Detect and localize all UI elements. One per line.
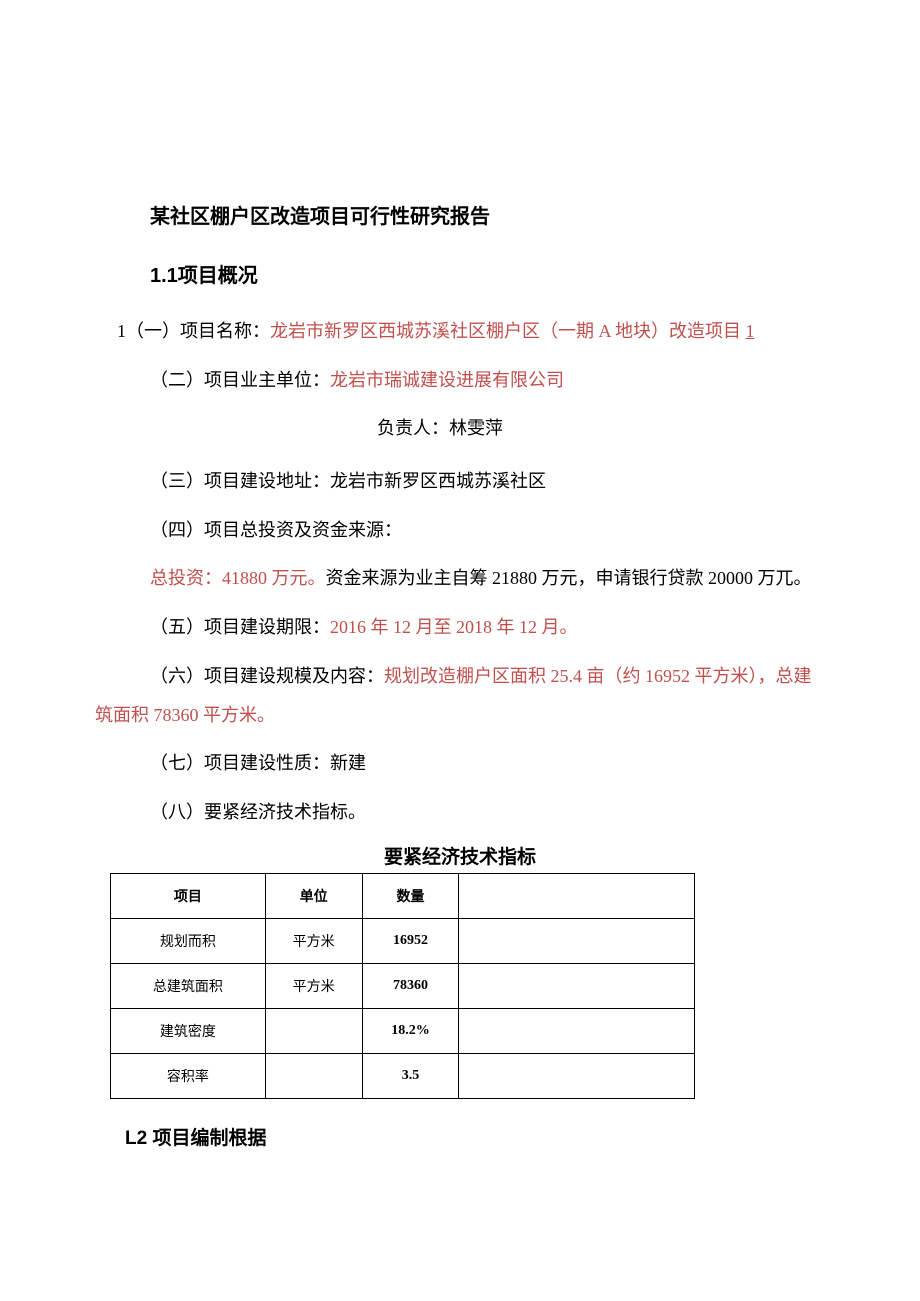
address-label: （三）项目建设地址：: [150, 471, 330, 491]
responsible-line: 负责人：林雯萍: [55, 409, 825, 448]
invest-label: （四）项目总投资及资金来源：: [150, 520, 402, 540]
table-cell: 平方米: [265, 963, 362, 1008]
responsible-label: 负责人：: [377, 418, 449, 438]
project-name-line: 1（一）项目名称：龙岩市新罗区西城苏溪社区棚户区（一期 A 地块）改造项目 1: [95, 312, 825, 351]
scale-line: （六）项目建设规模及内容：规划改造棚户区面积 25.4 亩（约 16952 平方…: [95, 657, 825, 734]
project-name-suffix: 1: [746, 321, 755, 341]
address-value: 龙岩市新罗区西城苏溪社区: [330, 471, 546, 491]
period-value: 2016 年 12 月至 2018 年 12 月。: [330, 617, 578, 637]
period-line: （五）项目建设期限：2016 年 12 月至 2018 年 12 月。: [95, 608, 825, 647]
table-cell: 建筑密度: [111, 1008, 266, 1053]
table-row: 容积率 3.5: [111, 1053, 695, 1098]
project-name-value: 龙岩市新罗区西城苏溪社区棚户区（一期 A 地块）改造项目: [270, 321, 746, 341]
table-cell: 18.2%: [362, 1008, 459, 1053]
tech-index-label-line: （八）要紧经济技术指标。: [95, 793, 825, 832]
invest-total-value: 41880 万元。: [222, 568, 326, 588]
owner-label: （二）项目业主单位：: [150, 370, 330, 390]
period-label: （五）项目建设期限：: [150, 617, 330, 637]
owner-line: （二）项目业主单位：龙岩市瑞诚建设进展有限公司: [95, 361, 825, 400]
tech-index-label: （八）要紧经济技术指标。: [150, 802, 366, 822]
invest-total-label: 总投资：: [150, 568, 222, 588]
invest-label-line: （四）项目总投资及资金来源：: [95, 511, 825, 550]
table-cell: [265, 1008, 362, 1053]
table-cell: [265, 1053, 362, 1098]
table-row: 总建筑面积 平方米 78360: [111, 963, 695, 1008]
table-cell: 容积率: [111, 1053, 266, 1098]
table-cell: [459, 1008, 695, 1053]
table-header-cell: 项目: [111, 873, 266, 918]
table-header-cell: [459, 873, 695, 918]
invest-rest: 资金来源为业主自筹 21880 万元，申请银行贷款 20000 万兀。: [326, 568, 812, 588]
nature-line: （七）项目建设性质：新建: [95, 744, 825, 783]
section-heading-1-1: 1.1项目概况: [150, 259, 825, 288]
table-cell: 16952: [362, 918, 459, 963]
table-cell: 78360: [362, 963, 459, 1008]
table-row: 建筑密度 18.2%: [111, 1008, 695, 1053]
table-cell: 平方米: [265, 918, 362, 963]
table-header-cell: 数量: [362, 873, 459, 918]
nature-value: 新建: [330, 753, 366, 773]
table-cell: 总建筑面积: [111, 963, 266, 1008]
table-cell: [459, 918, 695, 963]
owner-value: 龙岩市瑞诚建设进展有限公司: [330, 370, 564, 390]
document-title: 某社区棚户区改造项目可行性研究报告: [150, 200, 825, 229]
table-cell: 规划而积: [111, 918, 266, 963]
address-line: （三）项目建设地址：龙岩市新罗区西城苏溪社区: [95, 462, 825, 501]
invest-detail-line: 总投资：41880 万元。资金来源为业主自筹 21880 万元，申请银行贷款 2…: [95, 559, 825, 598]
table-cell: [459, 963, 695, 1008]
tech-index-table: 项目 单位 数量 规划而积 平方米 16952 总建筑面积 平方米 78360 …: [110, 873, 695, 1099]
nature-label: （七）项目建设性质：: [150, 753, 330, 773]
table-title: 要紧经济技术指标: [95, 842, 825, 869]
table-header-row: 项目 单位 数量: [111, 873, 695, 918]
table-header-cell: 单位: [265, 873, 362, 918]
section-heading-l2: L2 项目编制根据: [125, 1123, 825, 1150]
table-cell: 3.5: [362, 1053, 459, 1098]
scale-label: （六）项目建设规模及内容：: [150, 666, 384, 686]
project-name-label: 1（一）项目名称：: [117, 321, 270, 341]
table-cell: [459, 1053, 695, 1098]
responsible-value: 林雯萍: [449, 418, 503, 438]
table-row: 规划而积 平方米 16952: [111, 918, 695, 963]
